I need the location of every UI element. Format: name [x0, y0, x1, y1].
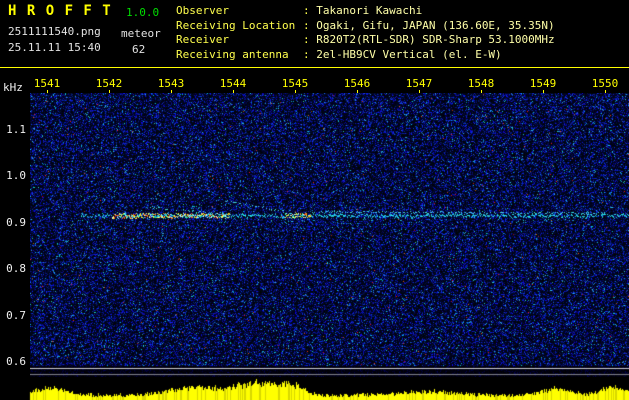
x-tick-label: 1541	[33, 77, 61, 90]
x-tick-mark	[295, 90, 296, 93]
timestamp-label: 25.11.11 15:40	[8, 41, 101, 54]
echo-count: 62	[132, 43, 146, 56]
app-title: H R O F F T	[8, 3, 112, 19]
x-tick-mark	[171, 90, 172, 93]
x-tick-mark	[109, 90, 110, 93]
x-tick-mark	[419, 90, 420, 93]
info-row-receiver: Receiver: R820T2(RTL-SDR) SDR-Sharp 53.1…	[176, 33, 555, 48]
x-tick-mark	[357, 90, 358, 93]
x-tick-label: 1546	[343, 77, 371, 90]
x-tick-label: 1550	[591, 77, 619, 90]
station-info: Observer: Takanori Kawachi Receiving Loc…	[176, 4, 555, 62]
info-row-observer: Observer: Takanori Kawachi	[176, 4, 555, 19]
x-tick-label: 1545	[281, 77, 309, 90]
info-row-antenna: Receiving antenna: 2el-HB9CV Vertical (e…	[176, 48, 555, 63]
y-tick-label: 0.6	[6, 355, 26, 368]
info-label: Receiving Location	[176, 18, 296, 32]
mode-label: meteor	[121, 27, 161, 40]
info-value: Takanori Kawachi	[316, 4, 423, 17]
x-tick-label: 1544	[219, 77, 247, 90]
y-tick-label: 0.8	[6, 262, 26, 276]
info-row-location: Receiving Location: Ogaki, Gifu, JAPAN (…	[176, 19, 555, 34]
info-label: Receiving antenna	[176, 47, 289, 61]
y-axis-unit-label: kHz	[3, 81, 23, 94]
info-value: R820T2(RTL-SDR) SDR-Sharp 53.1000MHz	[316, 33, 555, 46]
y-tick-label: 0.7	[6, 308, 26, 322]
output-filename: 2511111540.png	[8, 25, 101, 38]
info-colon: :	[303, 4, 317, 17]
x-tick-mark	[543, 90, 544, 93]
y-tick-label: 1.0	[6, 169, 26, 183]
info-label: Observer	[176, 4, 229, 17]
x-tick-mark	[233, 90, 234, 93]
spectrogram-canvas	[30, 93, 629, 377]
x-tick-mark	[481, 90, 482, 93]
info-value: Ogaki, Gifu, JAPAN (136.60E, 35.35N)	[316, 18, 555, 32]
x-tick-mark	[47, 90, 48, 93]
x-tick-label: 1547	[405, 77, 433, 90]
x-tick-label: 1543	[157, 77, 185, 90]
x-tick-label: 1549	[529, 77, 557, 90]
info-colon: :	[303, 33, 317, 46]
signal-level-canvas	[0, 378, 629, 400]
x-tick-label: 1548	[467, 77, 495, 90]
app-version: 1.0.0	[126, 6, 160, 19]
header-separator-line	[0, 67, 629, 68]
y-tick-label: 1.1	[6, 123, 26, 136]
hrofft-output-window: H R O F F T 1.0.0 2511111540.png meteor …	[0, 0, 629, 400]
x-tick-mark	[605, 90, 606, 93]
info-value: 2el-HB9CV Vertical (el. E-W)	[316, 47, 502, 61]
info-colon: :	[303, 47, 317, 61]
info-label: Receiver	[176, 33, 229, 46]
x-tick-label: 1542	[95, 77, 123, 90]
y-tick-label: 0.9	[6, 215, 26, 229]
info-colon: :	[303, 18, 317, 32]
